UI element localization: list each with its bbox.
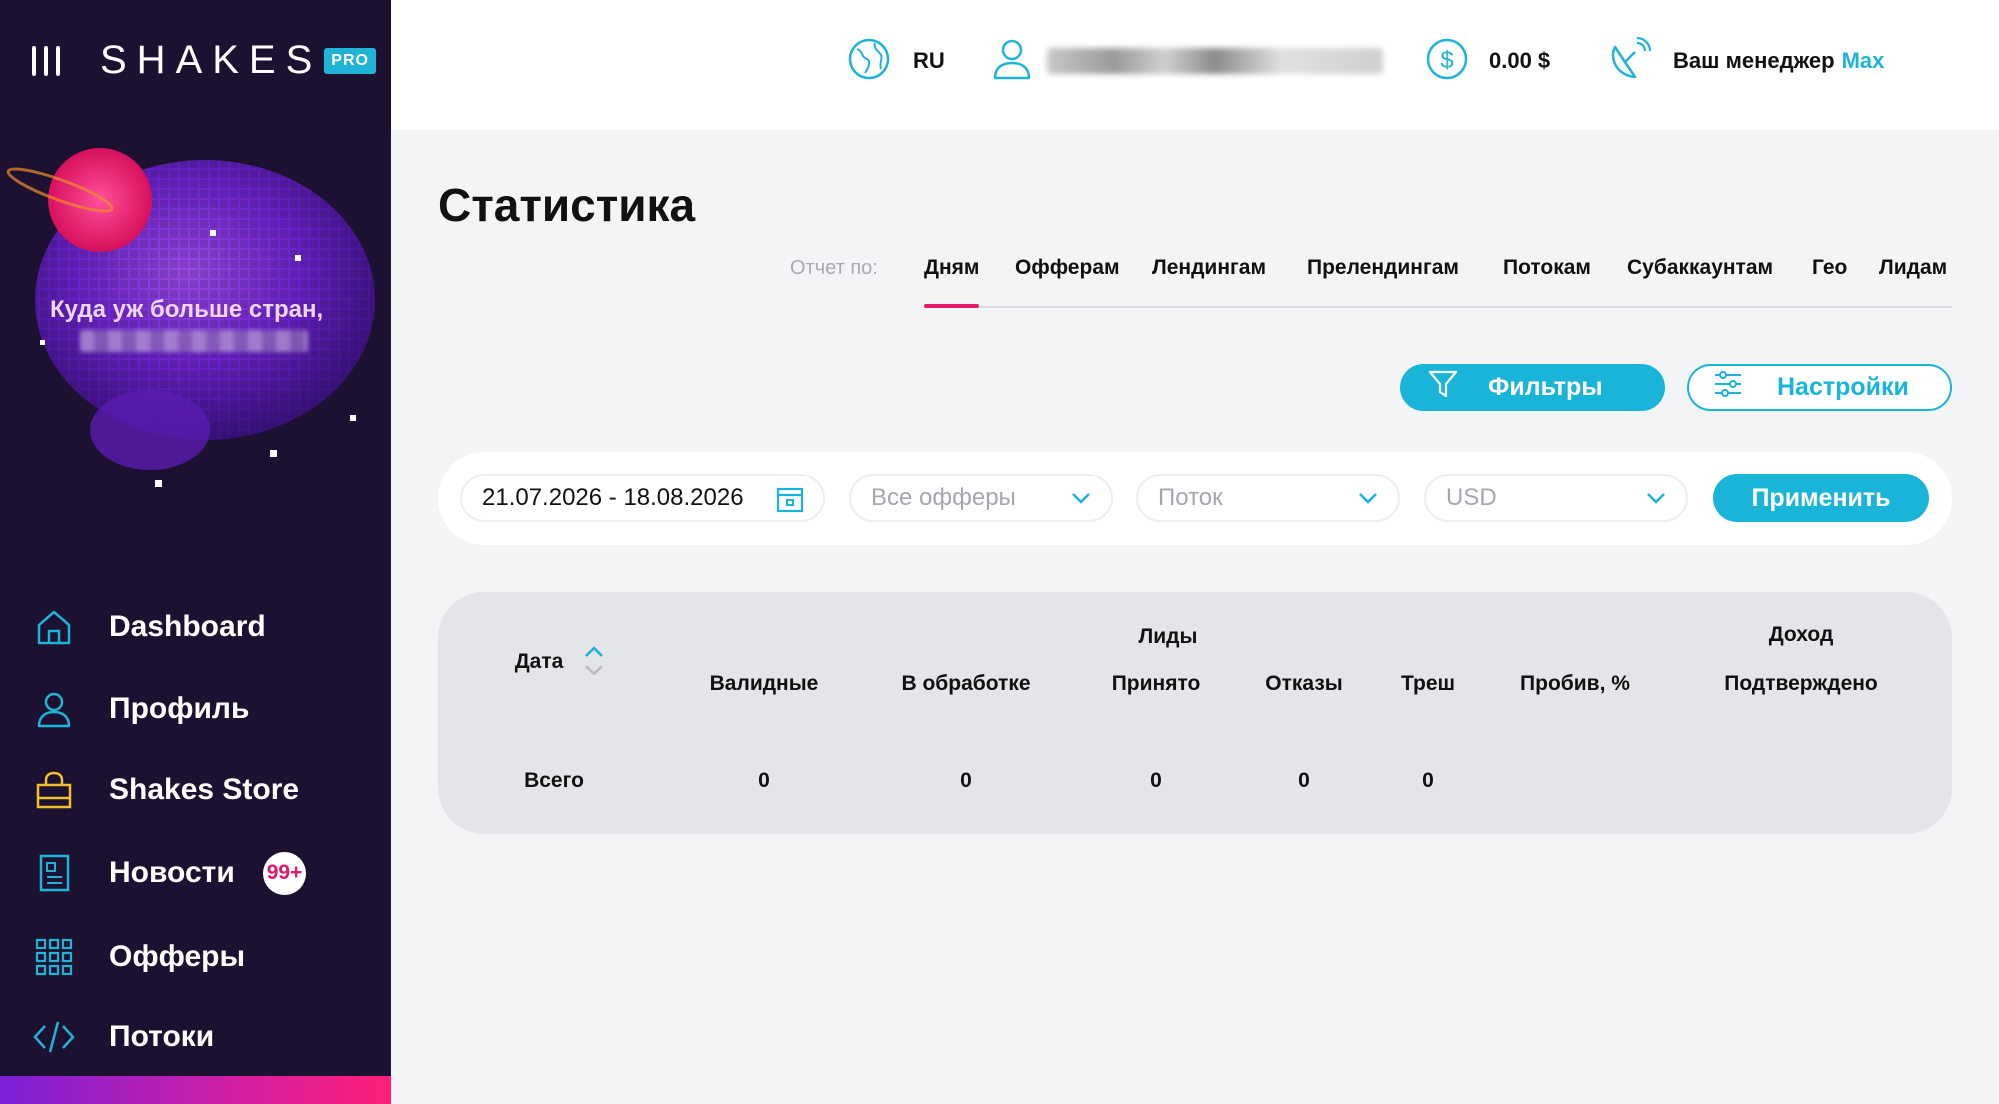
tab-streams[interactable]: Потокам: [1503, 256, 1591, 280]
currency-select[interactable]: USD: [1424, 474, 1688, 522]
top-header: RU $ 0.00 $ Ваш менеджер Max: [391, 0, 1999, 130]
manager-label: Ваш менеджер: [1673, 48, 1835, 73]
column-header-valid[interactable]: Валидные: [710, 672, 819, 696]
tab-prelandings[interactable]: Прелендингам: [1307, 256, 1459, 280]
menu-toggle-icon[interactable]: [32, 46, 60, 76]
filter-bar: 21.07.2026 - 18.08.2026 Все офферы Поток…: [438, 452, 1952, 545]
report-tabs: Дням Офферам Лендингам Прелендингам Пото…: [924, 240, 1952, 308]
promo-text-redacted: [80, 330, 308, 352]
sidebar-item-label: Dashboard: [109, 610, 266, 643]
promo-text: Куда уж больше стран,: [50, 296, 324, 323]
tab-landings[interactable]: Лендингам: [1152, 256, 1266, 280]
globe-icon: [847, 37, 891, 86]
sidebar-item-streams[interactable]: Потоки: [0, 1005, 391, 1069]
chevron-down-icon: [1356, 486, 1380, 515]
balance-value: 0.00 $: [1489, 48, 1551, 73]
grid-icon: [32, 935, 76, 979]
chevron-down-icon: [1644, 486, 1668, 515]
tab-geo[interactable]: Гео: [1812, 256, 1847, 280]
language-label: RU: [913, 48, 945, 73]
user-icon: [32, 687, 76, 731]
logo-text: SHAKES: [100, 38, 323, 82]
svg-text:$: $: [1440, 47, 1453, 74]
column-header-confirmed[interactable]: Подтверждено: [1724, 672, 1878, 696]
news-count-badge: 99+: [263, 851, 306, 895]
offers-select[interactable]: Все офферы: [849, 474, 1113, 522]
sort-icon[interactable]: [583, 644, 605, 683]
manager-contact[interactable]: Ваш менеджер Max: [1607, 36, 1885, 86]
sidebar-item-label: Профиль: [109, 692, 250, 725]
user-menu[interactable]: [991, 38, 1383, 84]
column-header-trash[interactable]: Треш: [1401, 672, 1455, 696]
logo[interactable]: SHAKES PRO: [100, 38, 376, 83]
sidebar-active-strip[interactable]: [0, 1076, 391, 1104]
news-icon: [32, 851, 76, 895]
chevron-down-icon: [1069, 486, 1093, 515]
settings-button[interactable]: Настройки: [1687, 364, 1952, 411]
total-trash: 0: [1422, 769, 1434, 792]
tab-subaccounts[interactable]: Субаккаунтам: [1627, 256, 1773, 280]
tab-days[interactable]: Дням: [924, 256, 980, 308]
balance-display[interactable]: $ 0.00 $: [1425, 38, 1550, 84]
page-title: Статистика: [438, 179, 696, 231]
apply-button[interactable]: Применить: [1713, 474, 1929, 522]
sliders-icon: [1713, 370, 1743, 405]
column-header-date[interactable]: Дата: [515, 650, 564, 674]
code-icon: [32, 1015, 76, 1059]
username-redacted: [1047, 48, 1383, 74]
offers-select-value: Все офферы: [871, 484, 1016, 511]
total-accepted: 0: [1150, 769, 1162, 792]
tab-leads[interactable]: Лидам: [1879, 256, 1947, 280]
settings-button-label: Настройки: [1777, 373, 1909, 401]
calendar-icon: [775, 484, 805, 519]
group-header-leads: Лиды: [1138, 625, 1198, 648]
sidebar-item-label: Новости: [109, 856, 235, 889]
stream-select-value: Поток: [1158, 484, 1223, 511]
sidebar-item-news[interactable]: Новости 99+: [0, 841, 391, 905]
sidebar-item-store[interactable]: Shakes Store: [0, 758, 391, 822]
sidebar: SHAKES PRO Куда уж больше стран, Dashboa…: [0, 0, 391, 1104]
manager-name[interactable]: Max: [1842, 48, 1885, 74]
sidebar-item-profile[interactable]: Профиль: [0, 677, 391, 741]
currency-select-value: USD: [1446, 484, 1497, 511]
column-header-rejected[interactable]: Отказы: [1265, 672, 1342, 696]
date-range-value: 21.07.2026 - 18.08.2026: [482, 484, 744, 511]
satellite-dish-icon: [1607, 36, 1652, 86]
bag-icon: [32, 768, 76, 812]
report-by-label: Отчет по:: [790, 257, 878, 279]
user-icon: [991, 37, 1033, 86]
dollar-coin-icon: $: [1425, 37, 1469, 86]
logo-badge: PRO: [324, 47, 376, 74]
column-header-approval-rate[interactable]: Пробив, %: [1520, 672, 1630, 696]
column-header-accepted[interactable]: Принято: [1112, 672, 1201, 696]
date-range-picker[interactable]: 21.07.2026 - 18.08.2026: [460, 474, 825, 522]
sidebar-item-offers[interactable]: Офферы: [0, 925, 391, 989]
statistics-table: Дата Лиды Доход Валидные В обработке При…: [438, 592, 1952, 834]
sidebar-item-label: Офферы: [109, 940, 246, 973]
filters-button[interactable]: Фильтры: [1400, 364, 1665, 411]
language-switcher[interactable]: RU: [847, 38, 945, 84]
group-header-income: Доход: [1768, 623, 1834, 646]
stream-select[interactable]: Поток: [1136, 474, 1400, 522]
total-row-label: Всего: [524, 769, 584, 792]
promo-banner[interactable]: Куда уж больше стран,: [0, 130, 391, 550]
total-rejected: 0: [1298, 769, 1310, 792]
total-processing: 0: [960, 769, 972, 792]
tab-offers[interactable]: Офферам: [1015, 256, 1120, 280]
sidebar-item-label: Shakes Store: [109, 773, 300, 806]
sidebar-item-label: Потоки: [109, 1020, 215, 1053]
funnel-icon: [1428, 369, 1458, 406]
filters-button-label: Фильтры: [1488, 373, 1603, 401]
home-icon: [32, 605, 76, 649]
column-header-processing[interactable]: В обработке: [901, 672, 1030, 696]
total-valid: 0: [758, 769, 770, 792]
sidebar-item-dashboard[interactable]: Dashboard: [0, 595, 391, 659]
